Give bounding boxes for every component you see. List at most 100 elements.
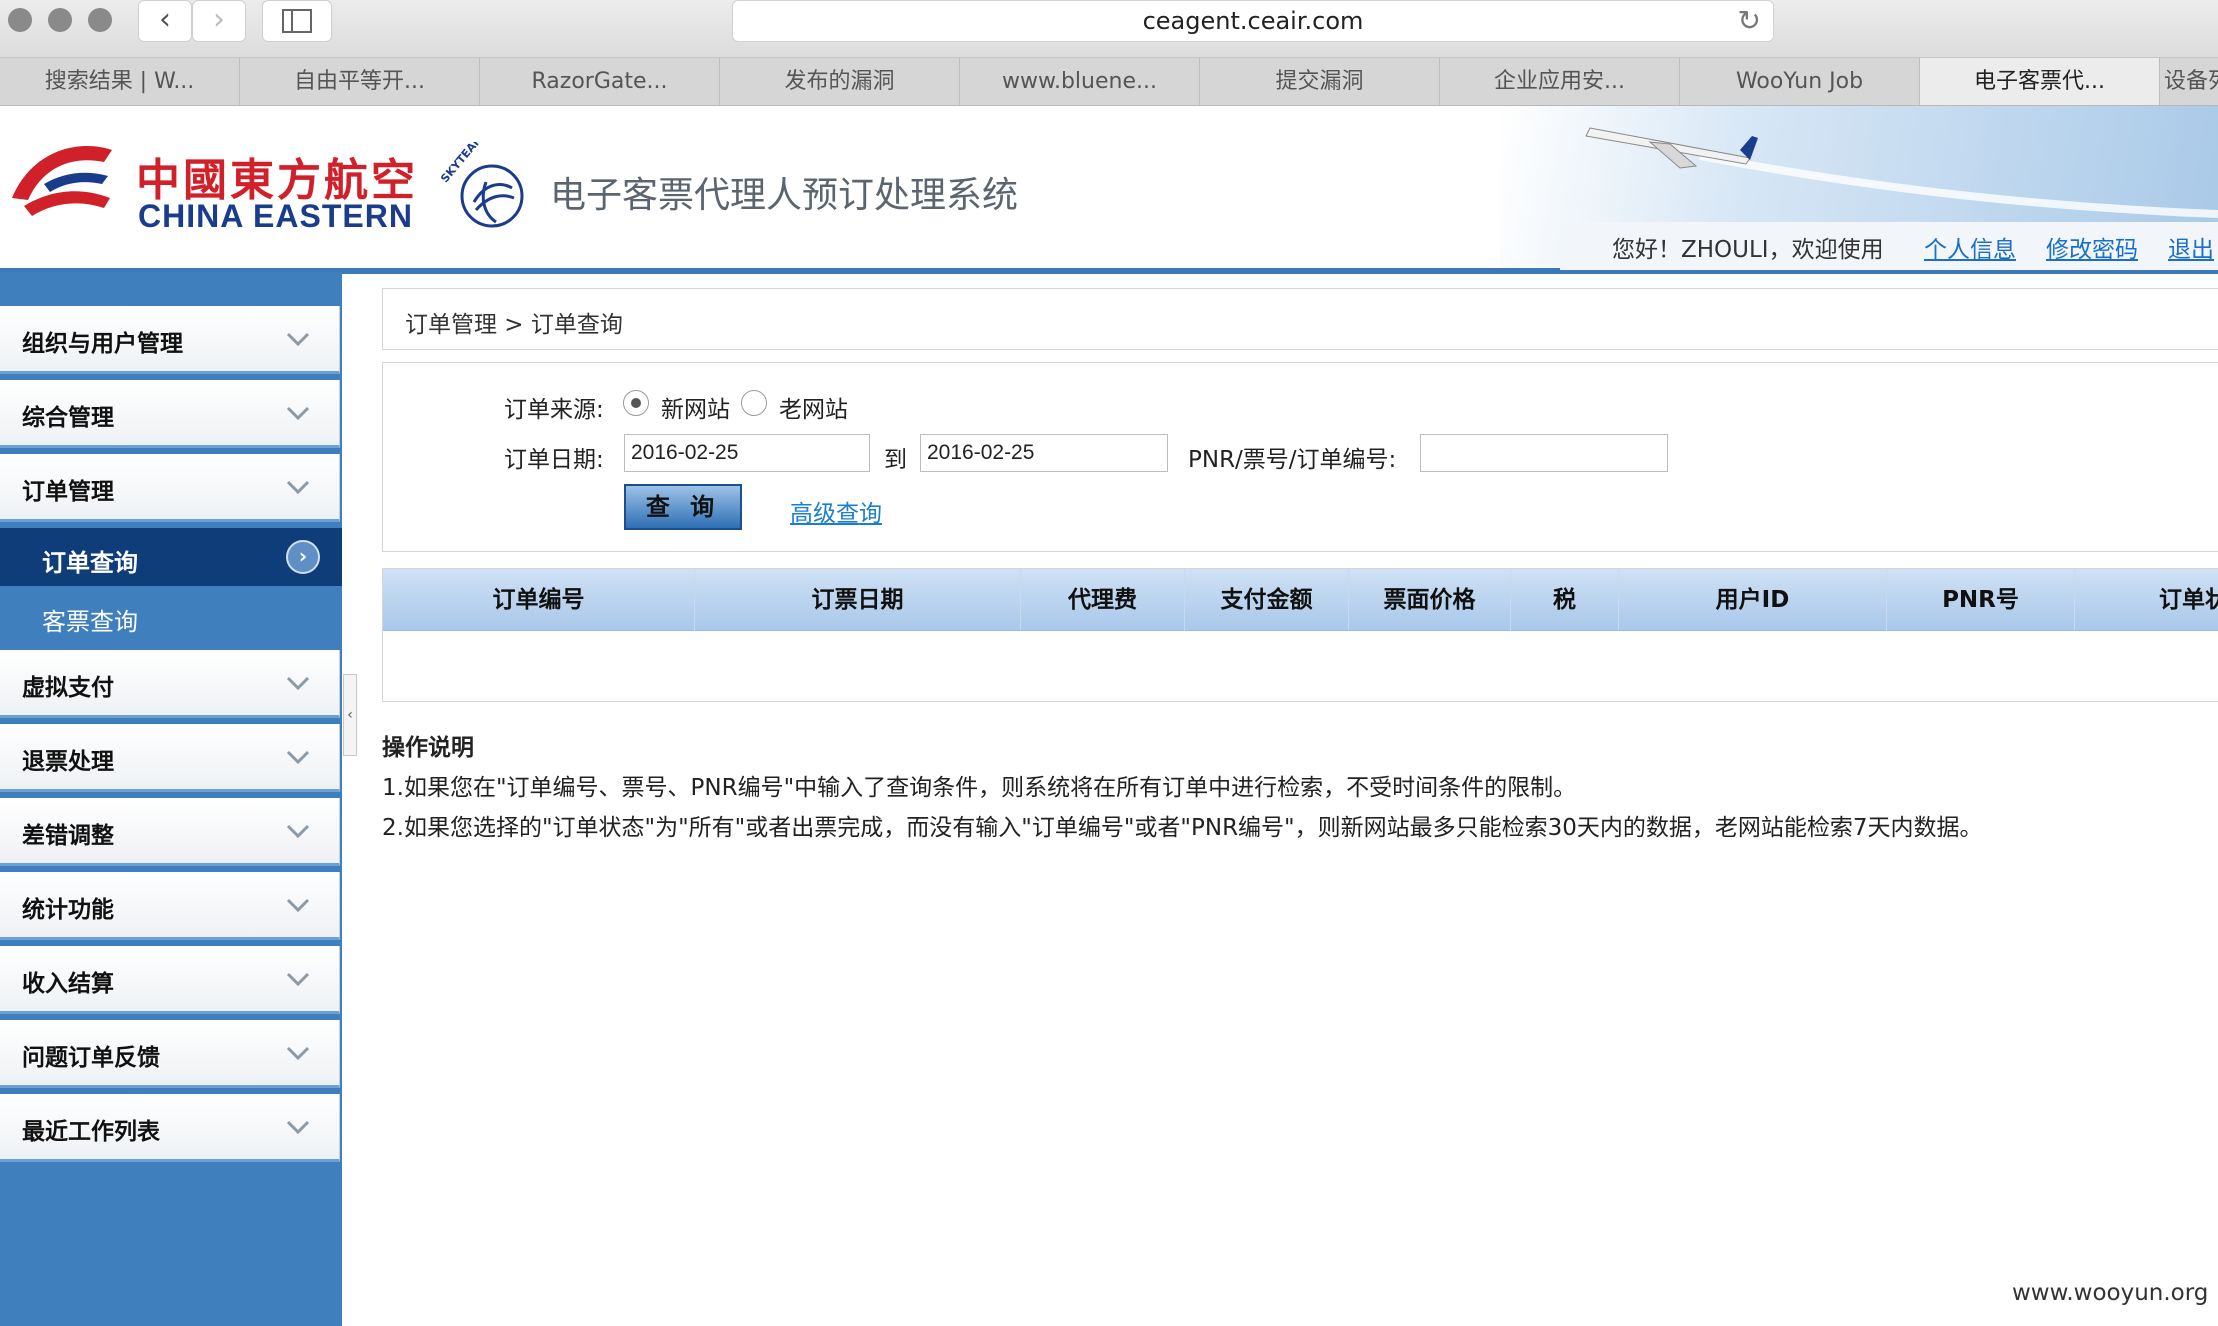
close-window-button[interactable] — [8, 8, 32, 32]
sidebar-item-recent-work[interactable]: 最近工作列表 — [0, 1094, 340, 1162]
column-header[interactable]: 用户ID — [1619, 569, 1887, 631]
source-new-label: 新网站 — [661, 397, 730, 423]
browser-toolbar: ‹ › ceagent.ceair.com ↻ — [0, 0, 2218, 58]
column-header[interactable]: 税 — [1511, 569, 1619, 631]
forward-button[interactable]: › — [192, 0, 246, 42]
instruction-line: 2.如果您选择的"订单状态"为"所有"或者出票完成，而没有输入"订单编号"或者"… — [382, 815, 1983, 841]
site-header: 中國東方航空 CHINA EASTERN SKYTEAM 电子客票代理人预订处理… — [0, 106, 2218, 274]
source-old-label: 老网站 — [779, 397, 848, 423]
breadcrumb-bar: 订单管理 > 订单查询 — [382, 288, 2218, 350]
back-button[interactable]: ‹ — [138, 0, 192, 42]
sidebar-item-label: 差错调整 — [22, 823, 114, 849]
sidebar-subitem-label: 客票查询 — [42, 608, 138, 636]
profile-link[interactable]: 个人信息 — [1924, 230, 2016, 264]
skyteam-logo-icon: SKYTEAM — [440, 142, 524, 228]
svg-text:SKYTEAM: SKYTEAM — [440, 142, 486, 185]
sidebar-toggle-button[interactable] — [262, 0, 332, 42]
advanced-search-link[interactable]: 高级查询 — [790, 494, 882, 528]
minimize-window-button[interactable] — [48, 8, 72, 32]
sidebar-subitem-label: 订单查询 — [42, 549, 138, 577]
orders-table: 订单编号 订票日期 代理费 支付金额 票面价格 税 用户ID PNR号 订单状 — [382, 568, 2218, 702]
chevron-down-icon — [286, 898, 310, 913]
china-eastern-logo-icon — [12, 145, 112, 216]
chevron-down-icon — [286, 1046, 310, 1061]
instructions-title: 操作说明 — [382, 735, 474, 761]
column-header[interactable]: 订票日期 — [695, 569, 1021, 631]
chevron-down-icon — [286, 406, 310, 421]
brand-name-en: CHINA EASTERN — [138, 198, 413, 234]
column-header[interactable]: PNR号 — [1887, 569, 2075, 631]
browser-tab[interactable]: 提交漏洞 — [1200, 58, 1440, 105]
sidebar-item-label: 退票处理 — [22, 749, 114, 775]
sidebar-icon — [282, 9, 312, 33]
welcome-text: 您好！ZHOULI，欢迎使用 — [1612, 237, 1884, 263]
change-password-link[interactable]: 修改密码 — [2046, 230, 2138, 264]
address-bar[interactable]: ceagent.ceair.com ↻ — [732, 0, 1774, 42]
source-new-radio[interactable] — [623, 390, 649, 416]
chevron-down-icon — [286, 1120, 310, 1135]
browser-tab[interactable]: www.bluene... — [960, 58, 1200, 105]
table-header: 订单编号 订票日期 代理费 支付金额 票面价格 税 用户ID PNR号 订单状 — [383, 569, 2218, 631]
column-header[interactable]: 订单状 — [2075, 569, 2218, 631]
source-old-radio[interactable] — [741, 390, 767, 416]
chevron-right-icon: › — [286, 540, 320, 574]
browser-tab[interactable]: 发布的漏洞 — [720, 58, 960, 105]
sidebar-item-label: 虚拟支付 — [22, 675, 114, 701]
chevron-down-icon — [286, 332, 310, 347]
tab-bar: 搜索结果 | W... 自由平等开... RazorGate... 发布的漏洞 … — [0, 58, 2218, 106]
sidebar-collapse-handle[interactable]: ‹ — [343, 674, 357, 756]
sidebar-subitem-ticket-query[interactable]: 客票查询 — [0, 586, 342, 646]
sidebar-item-label: 最近工作列表 — [22, 1119, 160, 1145]
sidebar-item-label: 订单管理 — [22, 479, 114, 505]
sidebar-item-general[interactable]: 综合管理 — [0, 380, 340, 448]
sidebar-item-settlement[interactable]: 收入结算 — [0, 946, 340, 1014]
sidebar: 组织与用户管理 综合管理 订单管理 订单查询 › 客票查询 虚拟支付 退票处理 … — [0, 272, 342, 1326]
chevron-down-icon — [286, 480, 310, 495]
watermark-text: www.wooyun.org — [2012, 1280, 2209, 1306]
search-button[interactable]: 查 询 — [624, 484, 742, 530]
zoom-window-button[interactable] — [88, 8, 112, 32]
sidebar-item-virtual-payment[interactable]: 虚拟支付 — [0, 650, 340, 718]
pnr-input[interactable] — [1420, 434, 1668, 472]
logout-link[interactable]: 退出 — [2168, 230, 2214, 264]
chevron-down-icon — [286, 750, 310, 765]
sidebar-item-adjustment[interactable]: 差错调整 — [0, 798, 340, 866]
sidebar-item-statistics[interactable]: 统计功能 — [0, 872, 340, 940]
column-header[interactable]: 订单编号 — [383, 569, 695, 631]
sidebar-item-refund[interactable]: 退票处理 — [0, 724, 340, 792]
column-header[interactable]: 支付金额 — [1185, 569, 1349, 631]
column-header[interactable]: 票面价格 — [1349, 569, 1511, 631]
sidebar-item-problem-feedback[interactable]: 问题订单反馈 — [0, 1020, 340, 1088]
order-source-label: 订单来源: — [504, 397, 604, 423]
chevron-down-icon — [286, 972, 310, 987]
sidebar-subitem-order-query[interactable]: 订单查询 › — [0, 528, 342, 586]
system-title: 电子客票代理人预订处理系统 — [550, 175, 1019, 216]
instruction-line: 1.如果您在"订单编号、票号、PNR编号"中输入了查询条件，则系统将在所有订单中… — [382, 775, 1577, 801]
sidebar-item-label: 统计功能 — [22, 897, 114, 923]
chevron-down-icon — [286, 824, 310, 839]
browser-tab-active[interactable]: 电子客票代... — [1920, 58, 2160, 105]
browser-tab[interactable]: RazorGate... — [480, 58, 720, 105]
date-to-label: 到 — [884, 447, 907, 473]
sidebar-item-label: 组织与用户管理 — [22, 331, 183, 357]
airplane-icon — [1585, 127, 2218, 218]
sidebar-item-org-user[interactable]: 组织与用户管理 — [0, 306, 340, 374]
browser-tab[interactable]: 自由平等开... — [240, 58, 480, 105]
url-text: ceagent.ceair.com — [1142, 7, 1364, 35]
date-from-input[interactable] — [624, 434, 870, 472]
sidebar-item-orders[interactable]: 订单管理 — [0, 454, 340, 522]
chevron-down-icon — [286, 676, 310, 691]
order-date-label: 订单日期: — [504, 447, 604, 473]
breadcrumb: 订单管理 > 订单查询 — [405, 312, 623, 338]
browser-tab[interactable]: 设备列表 — [2160, 58, 2218, 105]
date-to-input[interactable] — [920, 434, 1168, 472]
sidebar-item-label: 综合管理 — [22, 405, 114, 431]
reload-icon[interactable]: ↻ — [1738, 1, 1761, 41]
browser-tab[interactable]: 企业应用安... — [1440, 58, 1680, 105]
sidebar-item-label: 收入结算 — [22, 971, 114, 997]
browser-tab[interactable]: WooYun Job — [1680, 58, 1920, 105]
column-header[interactable]: 代理费 — [1021, 569, 1185, 631]
sidebar-item-label: 问题订单反馈 — [22, 1045, 160, 1071]
browser-tab[interactable]: 搜索结果 | W... — [0, 58, 240, 105]
pnr-label: PNR/票号/订单编号: — [1188, 447, 1397, 473]
